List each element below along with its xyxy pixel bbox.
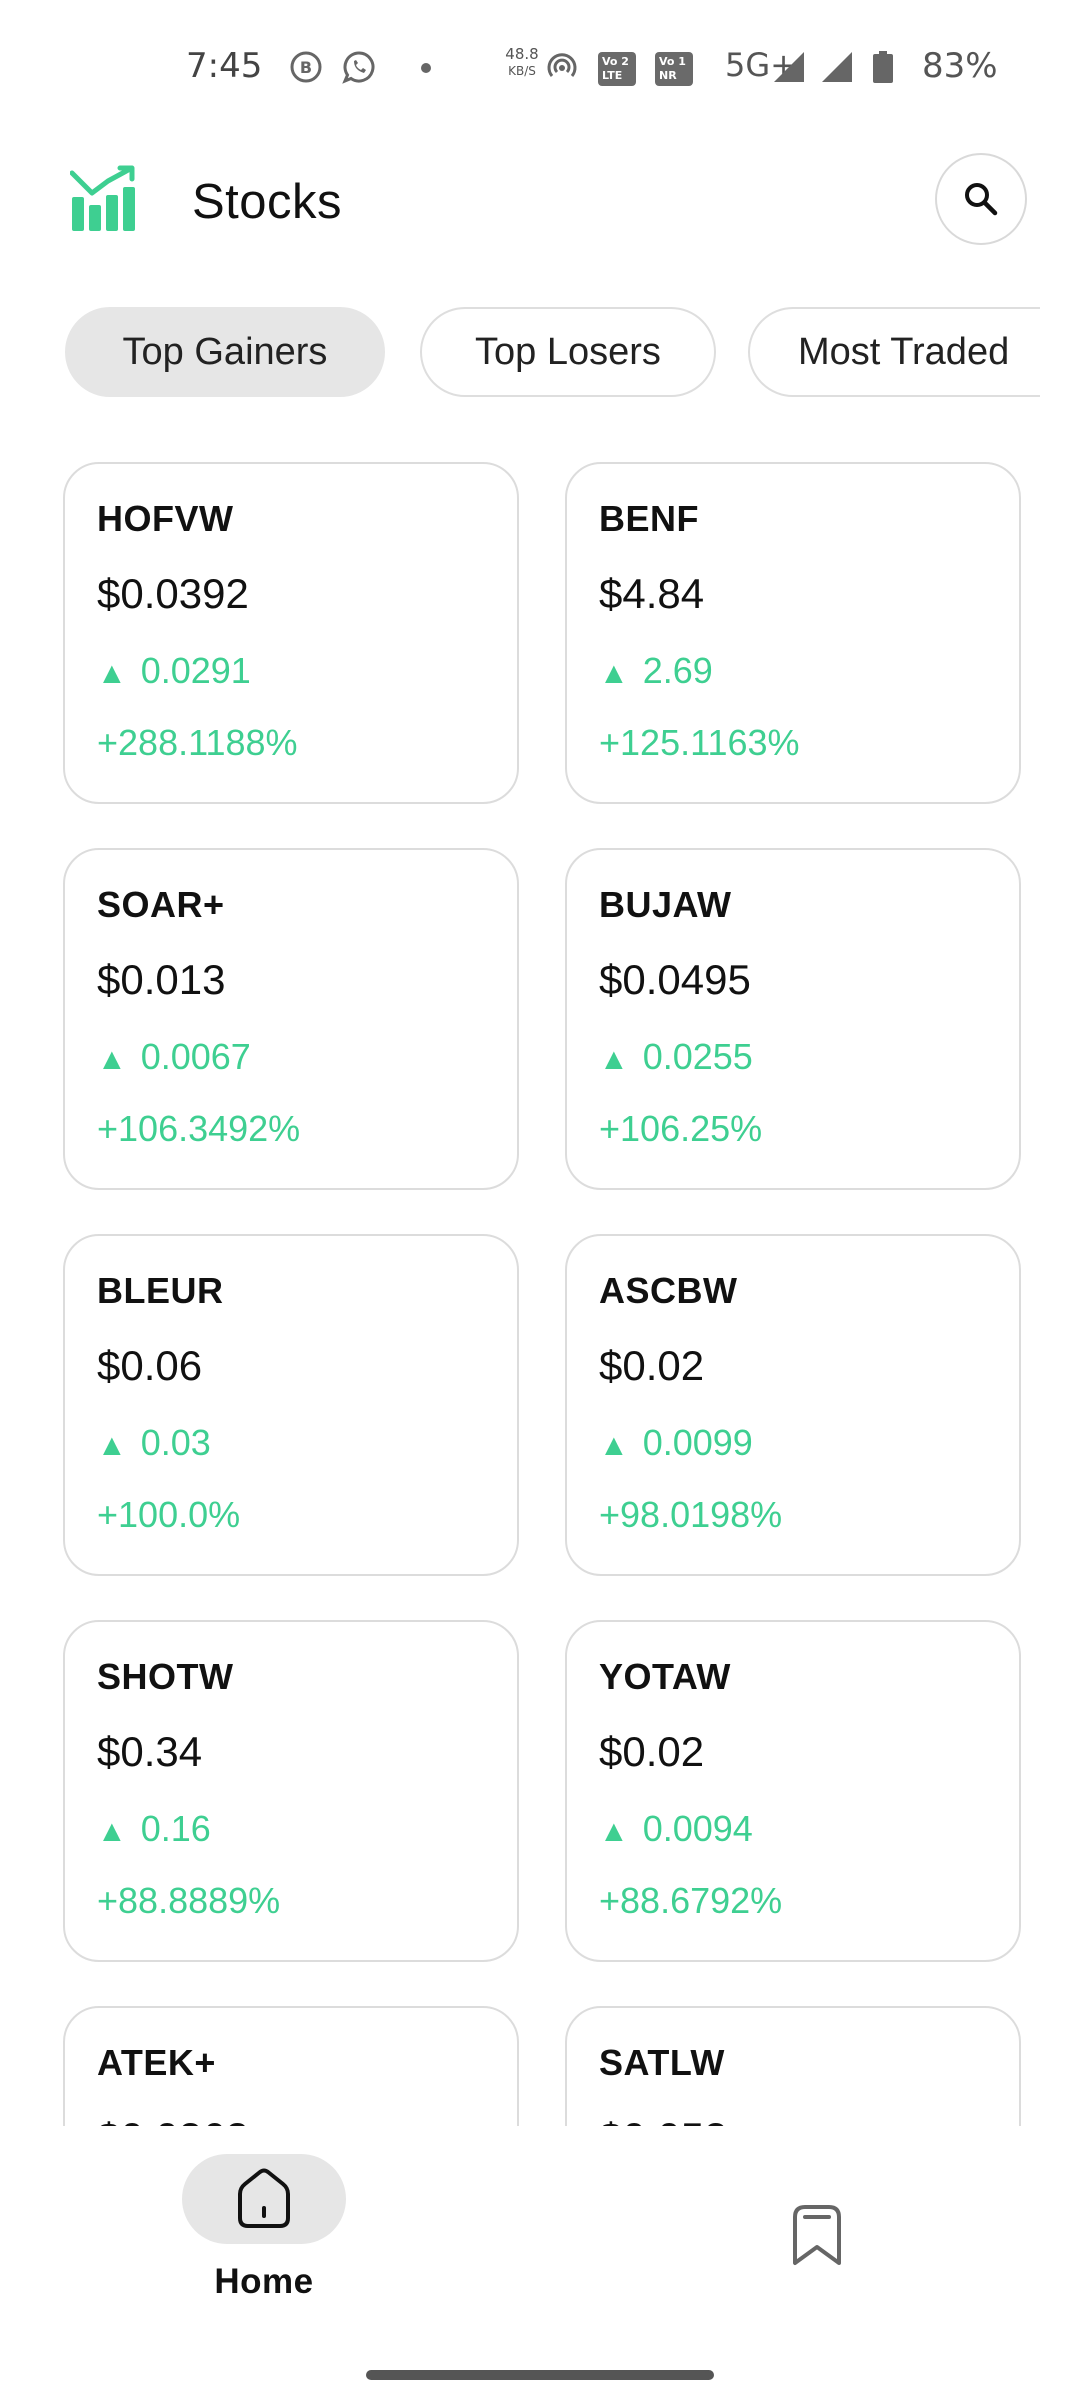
stock-symbol: SHOTW (97, 1656, 234, 1697)
stock-percent: +106.3492% (97, 1108, 301, 1149)
stock-price: $0.0362 (97, 2114, 249, 2126)
stock-percent: +100.0% (97, 1494, 241, 1535)
stock-symbol: HOFVW (97, 498, 234, 539)
whatsapp-icon (342, 51, 375, 84)
stock-percent: +98.0198% (599, 1494, 783, 1535)
stock-card[interactable]: SHOTW $0.34 ▲ 0.16 +88.8889% (63, 1620, 519, 1962)
signal-icon (822, 52, 852, 82)
stock-symbol: BENF (599, 498, 699, 539)
net-speed-unit: KB/S (508, 64, 536, 78)
stock-price: $0.0495 (599, 956, 751, 1003)
stock-change: ▲ 0.0099 (599, 1422, 753, 1464)
stock-change: ▲ 0.0291 (97, 650, 251, 692)
nav-saved[interactable] (777, 2196, 857, 2276)
stock-card[interactable]: HOFVW $0.0392 ▲ 0.0291 +288.1188% (63, 462, 519, 804)
stock-card[interactable]: SOAR+ $0.013 ▲ 0.0067 +106.3492% (63, 848, 519, 1190)
net-speed-value: 48.8 (505, 45, 539, 63)
stock-percent: +288.1188% (97, 722, 298, 763)
stock-price: $0.06 (97, 1342, 203, 1389)
up-arrow-icon: ▲ (97, 1815, 127, 1848)
stock-percent: +106.25% (599, 1108, 763, 1149)
filter-chips: Top Gainers Top Losers Most Traded (0, 305, 1040, 401)
stock-symbol: BUJAW (599, 884, 732, 925)
dot-icon (421, 63, 431, 73)
up-arrow-icon: ▲ (97, 1429, 127, 1462)
battery-percent: 83% (922, 46, 998, 86)
up-arrow-icon: ▲ (599, 657, 629, 690)
up-arrow-icon: ▲ (599, 1815, 629, 1848)
stock-change: ▲ 2.69 (599, 650, 713, 692)
stock-change-value: 0.16 (140, 1808, 211, 1849)
svg-text:B: B (300, 58, 312, 77)
hotspot-icon (547, 53, 577, 77)
up-arrow-icon: ▲ (97, 1043, 127, 1076)
stock-price: $0.34 (97, 1728, 203, 1775)
gesture-bar[interactable] (366, 2370, 714, 2380)
stock-change-value: 0.03 (140, 1422, 211, 1463)
home-icon (238, 2168, 290, 2228)
stock-card[interactable]: YOTAW $0.02 ▲ 0.0094 +88.6792% (565, 1620, 1021, 1962)
stock-grid: HOFVW $0.0392 ▲ 0.0291 +288.1188% BENF $4… (0, 440, 1080, 2126)
battery-icon (873, 51, 893, 83)
stock-price: $4.84 (599, 570, 705, 617)
stock-change: ▲ 0.03 (97, 1422, 211, 1464)
stock-symbol: YOTAW (599, 1656, 731, 1697)
up-arrow-icon: ▲ (97, 657, 127, 690)
up-arrow-icon: ▲ (599, 1429, 629, 1462)
stock-change-value: 0.0099 (642, 1422, 753, 1463)
stock-symbol: ASCBW (599, 1270, 738, 1311)
stock-symbol: BLEUR (97, 1270, 224, 1311)
chip-top-gainers[interactable]: Top Gainers (65, 307, 385, 397)
up-arrow-icon: ▲ (599, 1043, 629, 1076)
stock-change-value: 0.0291 (140, 650, 251, 691)
bottom-nav: Home (0, 2126, 1080, 2400)
stock-price: $0.053 (599, 2114, 727, 2126)
sim2-volte-icon: Vo 1 NR (655, 52, 693, 86)
stock-price: $0.0392 (97, 570, 249, 617)
stock-change: ▲ 0.0094 (599, 1808, 753, 1850)
app-header: Stocks (0, 150, 1080, 250)
nav-home[interactable]: Home (182, 2154, 346, 2324)
nav-home-label: Home (214, 2262, 314, 2301)
page-title: Stocks (192, 175, 343, 229)
search-icon (965, 183, 998, 216)
stock-change-value: 0.0255 (642, 1036, 753, 1077)
stocks-screen: 7:45 B 48.8 KB/S Vo 2 LTE Vo 1 NR 5G+ 83… (0, 0, 1080, 2400)
stock-card[interactable]: BENF $4.84 ▲ 2.69 +125.1163% (565, 462, 1021, 804)
search-button[interactable] (935, 153, 1027, 245)
stock-price: $0.02 (599, 1728, 705, 1775)
stock-card[interactable]: SATLW $0.053 (565, 2006, 1021, 2126)
stock-card[interactable]: ATEK+ $0.0362 (63, 2006, 519, 2126)
signal-icon (774, 52, 804, 82)
stock-symbol: ATEK+ (97, 2042, 216, 2083)
stock-change: ▲ 0.0255 (599, 1036, 753, 1078)
stock-change-value: 0.0067 (140, 1036, 251, 1077)
stock-percent: +125.1163% (599, 722, 800, 763)
b-circle-icon: B (290, 51, 322, 83)
stock-change: ▲ 0.0067 (97, 1036, 251, 1078)
stock-percent: +88.6792% (599, 1880, 783, 1921)
chip-most-traded[interactable]: Most Traded (748, 307, 1040, 397)
stock-symbol: SATLW (599, 2042, 725, 2083)
sim1-volte-icon: Vo 2 LTE (598, 52, 636, 86)
status-bar: 7:45 B 48.8 KB/S Vo 2 LTE Vo 1 NR 5G+ 83… (0, 0, 1080, 135)
stock-symbol: SOAR+ (97, 884, 225, 925)
stock-change: ▲ 0.16 (97, 1808, 211, 1850)
bookmark-icon (793, 2205, 841, 2265)
chip-top-losers[interactable]: Top Losers (420, 307, 716, 397)
nav-home-pill[interactable] (182, 2154, 346, 2244)
stock-percent: +88.8889% (97, 1880, 281, 1921)
stock-change-value: 0.0094 (642, 1808, 753, 1849)
net-speed: 48.8 KB/S (498, 46, 546, 80)
stock-price: $0.02 (599, 1342, 705, 1389)
bar-chart-trend-icon (70, 165, 135, 231)
stock-change-value: 2.69 (642, 650, 713, 691)
stock-card[interactable]: ASCBW $0.02 ▲ 0.0099 +98.0198% (565, 1234, 1021, 1576)
status-time: 7:45 (186, 46, 263, 86)
stock-card[interactable]: BLEUR $0.06 ▲ 0.03 +100.0% (63, 1234, 519, 1576)
stock-card[interactable]: BUJAW $0.0495 ▲ 0.0255 +106.25% (565, 848, 1021, 1190)
stock-price: $0.013 (97, 956, 226, 1003)
